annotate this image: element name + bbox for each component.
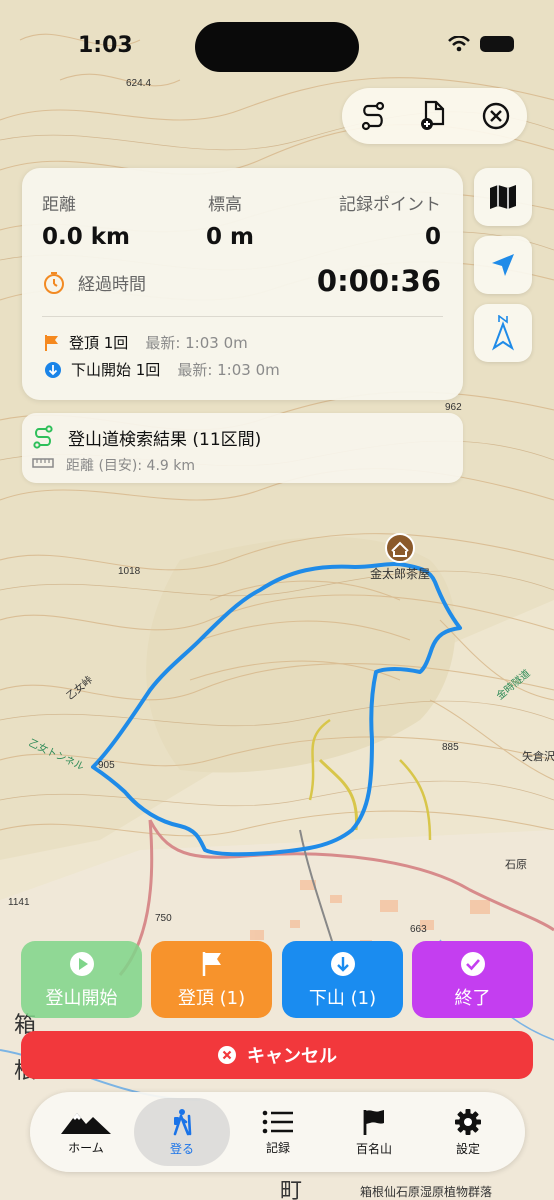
map-label: 1141 (8, 897, 30, 908)
map-label: 石原 (505, 859, 527, 871)
flag-icon (202, 951, 221, 976)
close-circle-icon[interactable] (473, 93, 519, 139)
cancel-button[interactable]: キャンセル (21, 1031, 533, 1079)
gear-icon (455, 1108, 481, 1135)
event-descent: 下山開始 1回 最新: 1:03 0m (44, 359, 280, 380)
play-circle-icon (69, 951, 94, 976)
map-label-hut: 金太郎茶屋 (370, 566, 430, 581)
hiker-icon (173, 1108, 192, 1135)
elapsed-label: 経過時間 (78, 275, 146, 295)
elevation-label: 標高 (208, 195, 242, 215)
divider (42, 316, 443, 317)
distance-label: 距離 (42, 195, 76, 215)
route-icon (33, 425, 53, 449)
map-label: 箱根仙石原湿原植物群落 (360, 1184, 492, 1199)
points-value: 0 (424, 224, 441, 250)
tab-bar: ホーム 登る 記録 百名山 設定 (30, 1092, 525, 1172)
recording-stats-card: 距離 0.0 km 標高 0 m 記録ポイント 0 経過時間 0:00:36 登… (22, 168, 463, 400)
battery-icon (480, 36, 514, 52)
search-title: 登山道検索結果 (11区間) (68, 430, 262, 450)
check-circle-icon (460, 951, 485, 976)
route-icon[interactable] (350, 93, 396, 139)
map-label: 750 (155, 913, 172, 924)
mountain-icon (61, 1112, 111, 1134)
tab-settings[interactable]: 設定 (420, 1098, 516, 1166)
ruler-icon (32, 458, 54, 468)
status-icons (448, 36, 514, 52)
elapsed-value: 0:00:36 (316, 264, 441, 298)
flag-icon (363, 1109, 384, 1135)
event-summit: 登頂 1回 最新: 1:03 0m (44, 332, 248, 353)
tab-climb[interactable]: 登る (134, 1098, 230, 1166)
compass-button[interactable] (474, 304, 532, 362)
map-label: 1018 (118, 566, 141, 577)
current-location-button[interactable] (474, 236, 532, 294)
points-label: 記録ポイント (339, 195, 441, 215)
map-layer-button[interactable] (474, 168, 532, 226)
map-label: 885 (442, 742, 459, 753)
summit-button[interactable]: 登頂 (1) (151, 941, 272, 1018)
tab-home[interactable]: ホーム (38, 1098, 134, 1166)
compass-north-icon (491, 315, 515, 351)
map-label: 905 (98, 760, 115, 771)
location-arrow-icon (492, 254, 514, 276)
finish-button[interactable]: 終了 (412, 941, 533, 1018)
status-time: 1:03 (78, 33, 133, 58)
hut-marker-icon (385, 533, 415, 563)
dynamic-island (195, 22, 359, 72)
tab-records[interactable]: 記録 (230, 1098, 326, 1166)
map-label: 624.4 (126, 78, 151, 89)
elevation-value: 0 m (206, 224, 254, 250)
map-label: 962 (445, 402, 462, 413)
map-icon (490, 185, 516, 209)
flag-icon (45, 334, 58, 351)
map-label: 町 (280, 1178, 302, 1200)
file-add-icon[interactable] (411, 93, 457, 139)
map-label: 663 (410, 924, 427, 935)
trail-search-result[interactable]: 登山道検索結果 (11区間) 距離 (目安): 4.9 km (22, 413, 463, 483)
search-distance: 距離 (目安): 4.9 km (66, 458, 196, 474)
top-toolbar (342, 88, 527, 144)
wifi-icon (448, 36, 470, 52)
descent-button[interactable]: 下山 (1) (282, 941, 403, 1018)
tab-hyakumeizan[interactable]: 百名山 (326, 1098, 422, 1166)
arrow-down-circle-icon (45, 361, 61, 378)
start-hiking-button[interactable]: 登山開始 (21, 941, 142, 1018)
close-circle-icon (218, 1046, 236, 1064)
distance-value: 0.0 km (42, 224, 131, 250)
list-icon (262, 1110, 293, 1133)
arrow-down-circle-icon (330, 951, 355, 976)
map-label: 矢倉沢峠 (522, 749, 554, 763)
timer-icon (44, 271, 64, 294)
